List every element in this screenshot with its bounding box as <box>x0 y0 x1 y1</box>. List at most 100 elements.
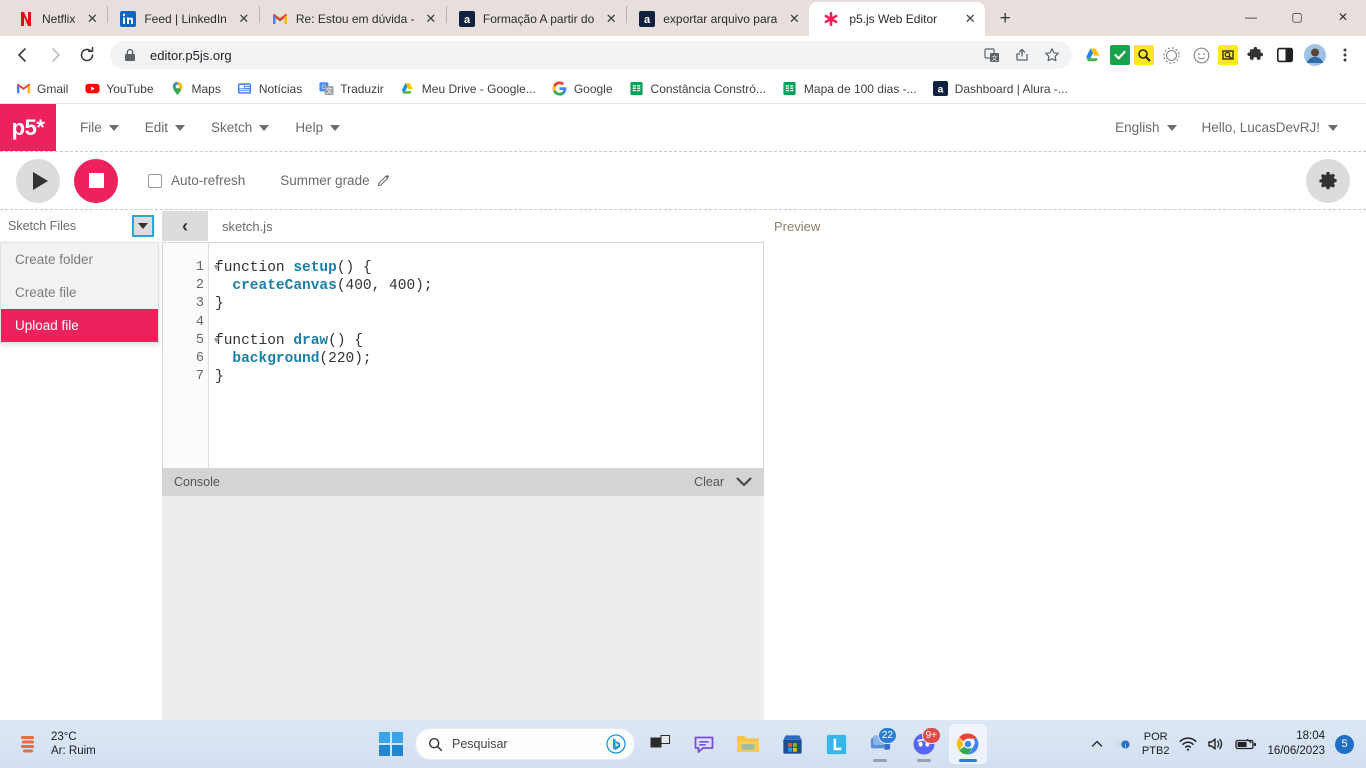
menu-item-create-file[interactable]: Create file <box>1 276 158 309</box>
language-selector[interactable]: English <box>1105 114 1187 141</box>
tab-close-icon[interactable]: ✕ <box>961 10 979 28</box>
menu-help[interactable]: Help <box>285 114 350 141</box>
translate-icon[interactable]: 文 <box>982 45 1002 65</box>
bookmark-dashboard-alura[interactable]: a Dashboard | Alura -... <box>926 78 1075 100</box>
account-menu[interactable]: Hello, LucasDevRJ! <box>1191 114 1348 141</box>
p5-logo[interactable]: p5* <box>0 104 56 151</box>
browser-tab-p5js-web-editor[interactable]: p5.js Web Editor ✕ <box>809 2 986 36</box>
tab-close-icon[interactable]: ✕ <box>83 10 101 28</box>
teams-chat-button[interactable] <box>685 724 723 764</box>
bookmark-label: Traduzir <box>340 81 384 96</box>
bookmark-traduzir[interactable]: G文 Traduzir <box>311 78 391 100</box>
running-indicator <box>959 759 977 762</box>
circle-dotted-extension-icon[interactable] <box>1158 42 1184 68</box>
code-content[interactable]: function setup() { createCanvas(400, 400… <box>209 243 763 468</box>
chevron-down-icon[interactable] <box>736 477 752 487</box>
fold-arrow-icon[interactable]: ▼ <box>214 332 219 350</box>
browser-tab-alura-exportar[interactable]: a exportar arquivo para ✕ <box>627 2 809 36</box>
tab-close-icon[interactable]: ✕ <box>422 10 440 28</box>
taskview-button[interactable] <box>641 724 679 764</box>
star-icon[interactable] <box>1042 45 1062 65</box>
language-indicator[interactable]: POR PTB2 <box>1142 730 1170 758</box>
bookmark-noticias[interactable]: Notícias <box>230 78 309 100</box>
bookmark-maps[interactable]: Maps <box>163 78 228 100</box>
taskbar-search[interactable]: Pesquisar <box>415 728 635 760</box>
settings-button[interactable] <box>1306 158 1350 203</box>
notification-badge[interactable]: 5 <box>1335 734 1354 754</box>
back-button[interactable] <box>8 40 38 70</box>
browser-tab-linkedin[interactable]: Feed | LinkedIn ✕ <box>108 2 259 36</box>
sketch-files-dropdown-button[interactable] <box>132 215 154 237</box>
emoji-extension-icon[interactable] <box>1188 42 1214 68</box>
clock[interactable]: 18:04 16/06/2023 <box>1267 729 1325 759</box>
google-drive-extension-icon[interactable] <box>1080 42 1106 68</box>
sidepanel-icon[interactable] <box>1272 42 1298 68</box>
bookmark-label: Maps <box>191 81 221 96</box>
console-header[interactable]: Console Clear <box>162 467 764 496</box>
windows-taskbar: 23°C Ar: Ruim Pesquisar 22 9+ i POR PTB2… <box>0 720 1366 768</box>
edit-pencil-icon[interactable] <box>377 174 390 187</box>
console-clear-button[interactable]: Clear <box>694 475 724 489</box>
address-bar[interactable]: editor.p5js.org 文 <box>110 41 1072 69</box>
search-input[interactable]: Pesquisar <box>452 737 597 751</box>
maximize-button[interactable]: ▢ <box>1274 0 1320 34</box>
tab-close-icon[interactable]: ✕ <box>785 10 803 28</box>
teams-app-button[interactable]: 22 <box>861 724 899 764</box>
code-editor[interactable]: 1 ▼ 2 3 4 5 ▼ 6 7 function setup() { creat… <box>162 242 764 468</box>
magnifier-yellow-extension-icon[interactable] <box>1134 45 1154 65</box>
auto-refresh-toggle[interactable]: Auto-refresh <box>148 173 245 188</box>
bookmark-constancia[interactable]: Constância Constró... <box>622 78 773 100</box>
forward-button[interactable] <box>40 40 70 70</box>
menu-item-upload-file[interactable]: Upload file <box>1 309 158 342</box>
minimize-button[interactable]: — <box>1228 0 1274 34</box>
bookmark-label: YouTube <box>106 81 154 96</box>
checkmark-extension-icon[interactable] <box>1110 45 1130 65</box>
bookmark-mapa-100-dias[interactable]: Mapa de 100 dias -... <box>775 78 924 100</box>
share-icon[interactable] <box>1012 45 1032 65</box>
bookmark-gmail[interactable]: Gmail <box>8 78 75 100</box>
discord-app-button[interactable]: 9+ <box>905 724 943 764</box>
stop-button[interactable] <box>74 158 118 203</box>
menu-item-create-folder[interactable]: Create folder <box>1 243 158 276</box>
menu-sketch[interactable]: Sketch <box>201 114 279 141</box>
browser-tab-gmail[interactable]: Re: Estou em dúvida - ✕ <box>260 2 446 36</box>
browser-toolbar: editor.p5js.org 文 <box>0 36 1366 74</box>
bing-chat-icon[interactable] <box>606 734 626 754</box>
tab-close-icon[interactable]: ✕ <box>602 10 620 28</box>
wifi-icon[interactable] <box>1179 736 1197 752</box>
bookmark-google[interactable]: Google <box>545 78 620 100</box>
fold-arrow-icon[interactable]: ▼ <box>214 259 219 277</box>
start-button[interactable] <box>379 732 403 756</box>
volume-icon[interactable] <box>1207 736 1225 752</box>
sketch-name-field[interactable]: Summer grade <box>280 173 389 188</box>
menu-file[interactable]: File <box>70 114 129 141</box>
chevron-up-icon[interactable] <box>1090 737 1104 751</box>
reload-button[interactable] <box>72 40 102 70</box>
code-line: createCanvas(400, 400); <box>232 278 433 295</box>
avatar-icon[interactable] <box>1302 42 1328 68</box>
tab-close-icon[interactable]: ✕ <box>235 10 253 28</box>
puzzle-extensions-icon[interactable] <box>1242 42 1268 68</box>
microsoft-store-button[interactable] <box>773 724 811 764</box>
browser-tab-alura-formacao[interactable]: a Formação A partir do ✕ <box>447 2 626 36</box>
collapse-sidebar-button[interactable]: ‹ <box>162 211 208 241</box>
new-tab-button[interactable]: + <box>991 5 1019 33</box>
screenshot-yellow-extension-icon[interactable] <box>1218 45 1238 65</box>
battery-icon[interactable] <box>1235 737 1257 751</box>
menu-edit[interactable]: Edit <box>135 114 195 141</box>
play-button[interactable] <box>16 158 60 203</box>
bookmark-youtube[interactable]: YouTube <box>77 78 160 100</box>
kebab-menu-icon[interactable] <box>1332 42 1358 68</box>
keyboard-layout: PTB2 <box>1141 745 1170 757</box>
clock-time: 18:04 <box>1296 730 1325 742</box>
google-chrome-button[interactable] <box>949 724 987 764</box>
bookmark-meu-drive[interactable]: Meu Drive - Google... <box>393 78 543 100</box>
auto-refresh-checkbox[interactable] <box>148 173 162 188</box>
browser-tab-netflix[interactable]: Netflix ✕ <box>6 2 107 36</box>
close-window-button[interactable]: ✕ <box>1320 0 1366 34</box>
file-explorer-button[interactable] <box>729 724 767 764</box>
lightshot-app-button[interactable] <box>817 724 855 764</box>
info-badge-icon[interactable]: i <box>1114 735 1132 753</box>
weather-widget[interactable]: 23°C Ar: Ruim <box>0 730 96 758</box>
file-tab-sketch-js[interactable]: sketch.js <box>208 219 287 234</box>
